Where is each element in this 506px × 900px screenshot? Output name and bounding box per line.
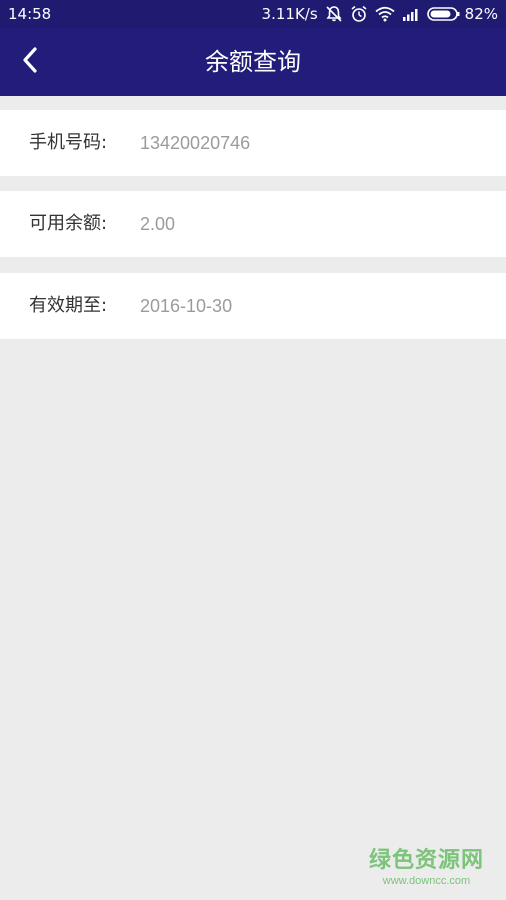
wifi-icon bbox=[375, 6, 395, 22]
status-time: 14:58 bbox=[8, 5, 52, 23]
battery-icon bbox=[426, 6, 461, 22]
available-balance-label: 可用余额: bbox=[29, 213, 108, 234]
page-title: 余额查询 bbox=[205, 48, 301, 76]
watermark-url: www.downcc.com bbox=[382, 875, 471, 887]
mute-icon bbox=[325, 5, 343, 23]
watermark: 绿色资源网 www.downcc.com bbox=[369, 848, 484, 888]
alarm-icon bbox=[350, 5, 368, 23]
phone-number-row: 手机号码: 13420020746 bbox=[0, 110, 506, 176]
status-icons: 3.11K/s 82% bbox=[262, 0, 498, 28]
nav-bar: 余额查询 bbox=[0, 28, 506, 96]
valid-until-label: 有效期至: bbox=[29, 295, 108, 316]
battery-percent: 82% bbox=[464, 5, 498, 23]
watermark-name: 绿色资源网 bbox=[368, 848, 484, 873]
status-bar: 14:58 3.11K/s 82% bbox=[0, 0, 506, 28]
available-balance-row: 可用余额: 2.00 bbox=[0, 191, 506, 257]
phone-number-value: 13420020746 bbox=[140, 133, 251, 153]
available-balance-value: 2.00 bbox=[140, 214, 176, 234]
valid-until-value: 2016-10-30 bbox=[140, 296, 233, 316]
phone-number-label: 手机号码: bbox=[29, 132, 108, 153]
valid-until-row: 有效期至: 2016-10-30 bbox=[0, 273, 506, 339]
signal-icon bbox=[402, 7, 420, 21]
network-speed: 3.11K/s bbox=[261, 5, 318, 23]
battery-indicator: 82% bbox=[426, 0, 498, 28]
